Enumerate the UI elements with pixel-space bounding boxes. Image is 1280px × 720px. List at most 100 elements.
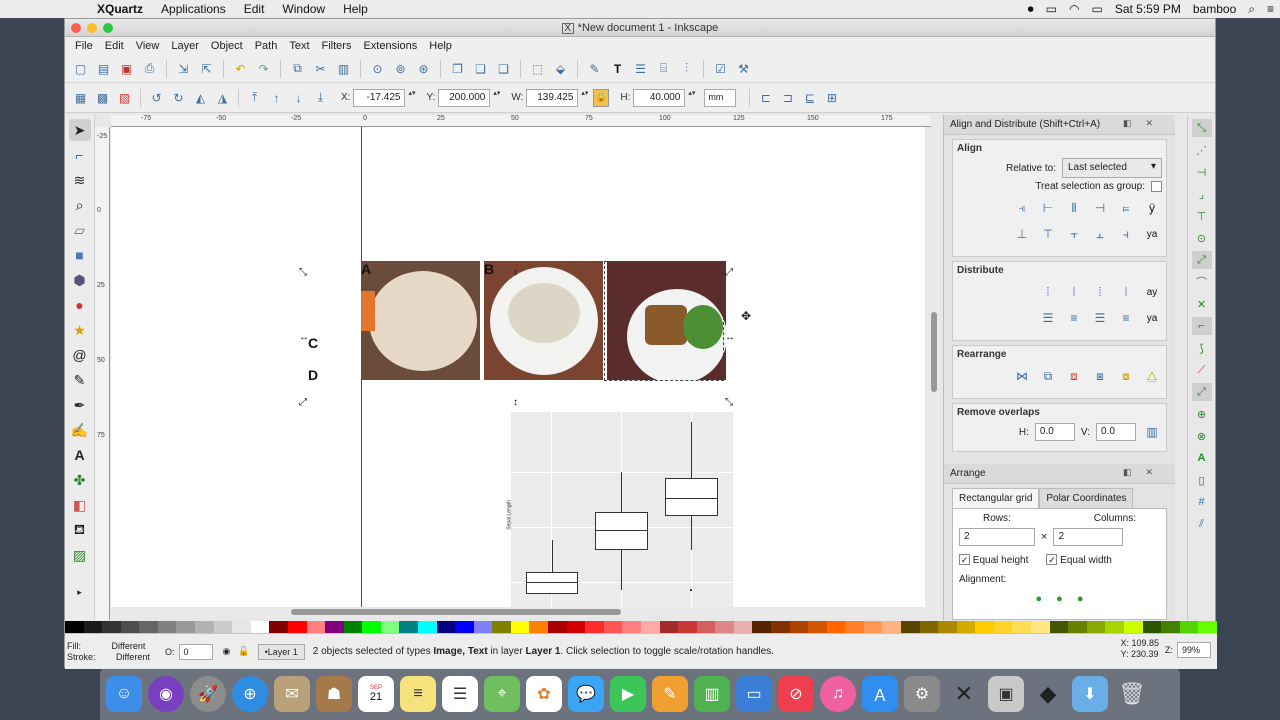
snap-smooth-icon[interactable]: ⟆ (1192, 339, 1212, 357)
menubar-item-applications[interactable]: Applications (152, 2, 235, 16)
palette-swatch[interactable] (770, 621, 790, 633)
align-top-icon[interactable]: ⊤ (1038, 224, 1058, 244)
siri-icon[interactable]: ◉ (148, 676, 184, 712)
snap-bbox-icon[interactable]: ⋰ (1192, 141, 1212, 159)
export-icon[interactable]: ⇱ (197, 59, 216, 78)
star-tool-icon[interactable]: ★ (69, 319, 91, 341)
spray-tool-icon[interactable]: ✤ (69, 469, 91, 491)
alignment-radio[interactable]: ● (1036, 593, 1043, 605)
distribute-gaps-h-icon[interactable]: ⦚ (1116, 282, 1136, 302)
palette-swatch[interactable] (399, 621, 418, 633)
tweak-tool-icon[interactable]: ≋ (69, 169, 91, 191)
palette-swatch[interactable] (1049, 621, 1069, 633)
alignment-radio[interactable]: ● (1077, 593, 1084, 605)
distribute-center-v-icon[interactable]: ≡ (1064, 308, 1084, 328)
news-icon[interactable]: ⊘ (778, 676, 814, 712)
contacts-icon[interactable]: ☗ (316, 676, 352, 712)
node-tool-icon[interactable]: ⌐ (69, 144, 91, 166)
palette-swatch[interactable] (826, 621, 846, 633)
distribute-gaps-v-icon[interactable]: ≡ (1116, 308, 1136, 328)
palette-swatch[interactable] (882, 621, 902, 633)
snap-others-icon[interactable]: ⤢ (1191, 383, 1212, 401)
zoom-button[interactable] (103, 23, 113, 33)
palette-swatch[interactable] (510, 621, 530, 633)
palette-swatch[interactable] (195, 621, 214, 633)
scale-handle[interactable]: ↔ (299, 333, 309, 343)
snap-guide-icon[interactable]: ⫽ (1192, 515, 1212, 533)
inkscape-app-icon[interactable]: ◆ (1030, 676, 1066, 712)
clone-icon[interactable]: ❏ (471, 59, 490, 78)
snap-page-border-icon[interactable]: ▯ (1192, 471, 1212, 489)
clock[interactable]: Sat 5:59 PM (1109, 2, 1187, 16)
tab-rectangular-grid[interactable]: Rectangular grid (952, 488, 1040, 508)
palette-swatch[interactable] (956, 621, 976, 633)
align-left-to-right-icon[interactable]: ⫢ (1116, 198, 1136, 218)
notes-icon[interactable]: ≡ (400, 676, 436, 712)
preferences-icon[interactable]: ⚒ (734, 59, 753, 78)
rotate-cw-icon[interactable]: ↻ (169, 88, 188, 107)
snap-bbox-corner-icon[interactable]: ⌟ (1192, 185, 1212, 203)
distribute-right-icon[interactable]: ⦙ (1090, 282, 1110, 302)
menu-edit[interactable]: Edit (99, 40, 130, 52)
menu-extensions[interactable]: Extensions (357, 40, 423, 52)
distribute-baseline-v-icon[interactable]: ya (1142, 308, 1162, 328)
exchange-clockwise-icon[interactable]: ⧆ (1090, 366, 1110, 386)
facetime-icon[interactable]: ▶ (610, 676, 646, 712)
palette-swatch[interactable] (287, 621, 307, 633)
scale-corners-icon[interactable]: ⊐ (778, 88, 797, 107)
menubar-item-help[interactable]: Help (334, 2, 377, 16)
keynote-icon[interactable]: ▭ (736, 676, 772, 712)
exchange-positions-icon[interactable]: ⧉ (1038, 366, 1058, 386)
equal-height-checkbox[interactable] (959, 554, 970, 565)
move-gradients-icon[interactable]: ⊑ (800, 88, 819, 107)
palette-swatch[interactable] (1123, 621, 1143, 633)
palette-swatch[interactable] (789, 621, 809, 633)
wifi-icon[interactable]: ◠ (1063, 2, 1085, 16)
align-left-icon[interactable]: ⊢ (1038, 198, 1058, 218)
scale-handle[interactable]: ⤢ (725, 268, 733, 278)
launchpad-icon[interactable]: 🚀 (190, 676, 226, 712)
palette-swatch[interactable] (622, 621, 641, 633)
palette-swatch[interactable] (1142, 621, 1162, 633)
lock-layer-icon[interactable]: 🔓 (238, 646, 249, 657)
finder-icon[interactable]: ☺ (106, 676, 142, 712)
align-right-icon[interactable]: ⊣ (1090, 198, 1110, 218)
align-baseline-icon[interactable]: ya (1142, 224, 1162, 244)
ungroup-icon[interactable]: ⬙ (551, 59, 570, 78)
spotlight-icon[interactable]: ⌕ (1242, 2, 1261, 17)
detach-icon[interactable]: ◧ (1123, 467, 1146, 477)
close-panel-icon[interactable]: ✕ (1145, 118, 1167, 128)
palette-swatch[interactable] (696, 621, 716, 633)
align-top-to-bottom-icon[interactable]: ⫞ (1116, 224, 1136, 244)
menu-text[interactable]: Text (283, 40, 315, 52)
copy-icon[interactable]: ⧉ (288, 59, 307, 78)
distribute-left-icon[interactable]: ⦙ (1038, 282, 1058, 302)
label-c[interactable]: C (308, 335, 318, 351)
undo-icon[interactable]: ↶ (231, 59, 250, 78)
cut-icon[interactable]: ✂ (311, 59, 330, 78)
battery-icon[interactable]: ▭ (1085, 2, 1108, 16)
rows-input[interactable]: 2 (959, 528, 1035, 546)
open-icon[interactable]: ▤ (94, 59, 113, 78)
mail-icon[interactable]: ✉ (274, 676, 310, 712)
close-button[interactable] (71, 23, 81, 33)
zoom-page-icon[interactable]: ⊛ (414, 59, 433, 78)
h-input[interactable]: 40.000 (633, 88, 694, 107)
xml-editor-icon[interactable]: ⌸ (654, 59, 673, 78)
distribute-top-icon[interactable]: ☰ (1038, 308, 1058, 328)
align-bottom-to-top-icon[interactable]: ⊥ (1012, 224, 1032, 244)
palette-swatch[interactable] (139, 621, 158, 633)
lower-icon[interactable]: ↓ (289, 88, 308, 107)
tab-polar-coordinates[interactable]: Polar Coordinates (1039, 488, 1134, 508)
pages-icon[interactable]: ✎ (652, 676, 688, 712)
distribute-baseline-h-icon[interactable]: ay (1142, 282, 1162, 302)
snap-intersection-icon[interactable]: ✕ (1192, 295, 1212, 313)
columns-input[interactable]: 2 (1053, 528, 1124, 546)
align-distribute-icon[interactable]: ⫶ (677, 59, 696, 78)
menu-filters[interactable]: Filters (316, 40, 358, 52)
palette-swatch[interactable] (863, 621, 883, 633)
palette-swatch[interactable] (1086, 621, 1106, 633)
measure-tool-icon[interactable]: ▱ (69, 219, 91, 241)
unit-select[interactable]: mm (704, 88, 737, 107)
palette-swatch[interactable] (213, 621, 233, 633)
